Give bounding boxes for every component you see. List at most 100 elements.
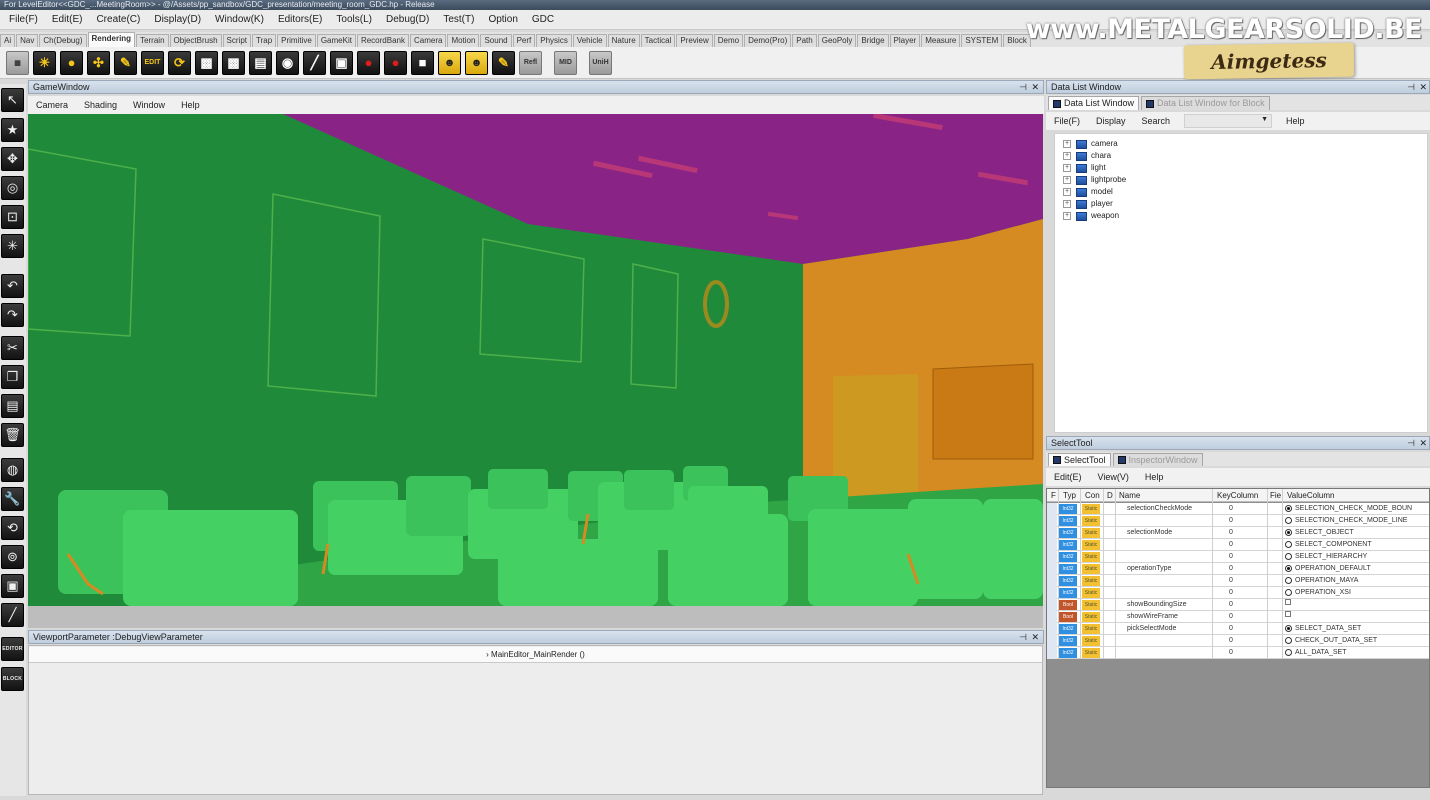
row-selector[interactable] bbox=[1047, 635, 1057, 647]
menu-edit[interactable]: Edit(E) bbox=[45, 14, 90, 25]
tree-node-camera[interactable]: + camera bbox=[1063, 138, 1118, 150]
key-cell[interactable]: 0 bbox=[1229, 515, 1233, 527]
table-row[interactable]: Int32 Static pickSelectMode 0 SELECT_DATA_SE… bbox=[1047, 623, 1429, 635]
expand-icon[interactable]: + bbox=[1063, 152, 1071, 160]
paste-icon[interactable]: ▤ bbox=[1, 394, 24, 418]
box-tool-button[interactable]: ▣ bbox=[330, 50, 353, 75]
col-key[interactable]: KeyColumn bbox=[1217, 489, 1258, 502]
col-f[interactable]: F bbox=[1051, 489, 1056, 502]
rotate-icon[interactable]: ◎ bbox=[1, 176, 24, 200]
dl-menu-search[interactable]: Search bbox=[1134, 116, 1179, 126]
sun-light-button[interactable]: ☀ bbox=[33, 50, 56, 75]
expand-icon[interactable]: + bbox=[1063, 164, 1071, 172]
pin-icon[interactable]: ⊣ bbox=[1407, 437, 1415, 449]
editor-tab-demo-pro-[interactable]: Demo(Pro) bbox=[744, 34, 792, 47]
editor-tab-physics[interactable]: Physics bbox=[536, 34, 572, 47]
menu-window[interactable]: Window(K) bbox=[208, 14, 271, 25]
radio-button[interactable] bbox=[1285, 624, 1292, 632]
key-cell[interactable]: 0 bbox=[1229, 527, 1233, 539]
editor-tab-terrain[interactable]: Terrain bbox=[136, 34, 169, 47]
3d-viewport[interactable] bbox=[28, 114, 1043, 606]
dl-menu-file[interactable]: File(F) bbox=[1046, 116, 1088, 126]
search-input[interactable]: ▼ bbox=[1184, 114, 1273, 128]
grid-view-button[interactable]: ▦ bbox=[6, 50, 29, 75]
radio-button[interactable] bbox=[1285, 540, 1292, 548]
radio-button[interactable] bbox=[1285, 636, 1292, 644]
row-selector[interactable] bbox=[1047, 539, 1057, 551]
key-cell[interactable]: 0 bbox=[1229, 503, 1233, 515]
editor-tab-perf[interactable]: Perf bbox=[512, 34, 536, 47]
col-fie[interactable]: Fie bbox=[1270, 489, 1281, 502]
table-row[interactable]: Int32 Static 0 SELECTION_CHECK_MODE_LINE bbox=[1047, 515, 1429, 527]
sphere-button[interactable]: ◉ bbox=[276, 50, 299, 75]
table-row[interactable]: Int32 Static 0 SELECT_HIERARCHY bbox=[1047, 551, 1429, 563]
menu-option[interactable]: Option bbox=[481, 14, 524, 25]
table-row[interactable]: Int32 Static 0 OPERATION_MAYA bbox=[1047, 575, 1429, 587]
row-selector[interactable] bbox=[1047, 611, 1057, 623]
editor-tab-primitive[interactable]: Primitive bbox=[277, 34, 316, 47]
close-icon[interactable]: ✕ bbox=[1419, 81, 1427, 93]
row-selector[interactable] bbox=[1047, 647, 1057, 659]
table-row[interactable]: Bool Static showBoundingSize 0 bbox=[1047, 599, 1429, 611]
record-loop-button[interactable]: ● bbox=[357, 50, 380, 75]
editor-tab-system[interactable]: SYSTEM bbox=[961, 34, 1003, 47]
delete-icon[interactable]: 🗑 bbox=[1, 423, 24, 447]
tree-node-weapon[interactable]: + weapon bbox=[1063, 210, 1119, 222]
row-selector[interactable] bbox=[1047, 515, 1057, 527]
row-selector[interactable] bbox=[1047, 575, 1057, 587]
unih-button[interactable]: UniH bbox=[589, 50, 612, 75]
expand-icon[interactable]: + bbox=[1063, 176, 1071, 184]
editor-tab-sound[interactable]: Sound bbox=[480, 34, 512, 47]
menu-test[interactable]: Test(T) bbox=[436, 14, 481, 25]
editor-tab-nature[interactable]: Nature bbox=[607, 34, 640, 47]
dl-menu-help[interactable]: Help bbox=[1278, 116, 1313, 126]
key-cell[interactable]: 0 bbox=[1229, 587, 1233, 599]
film-button[interactable]: ▤ bbox=[249, 50, 272, 75]
tree-node-light[interactable]: + light bbox=[1063, 162, 1106, 174]
refl-button[interactable]: Refl bbox=[519, 50, 542, 75]
checker-alt-button[interactable]: ▩ bbox=[222, 50, 245, 75]
key-cell[interactable]: 0 bbox=[1229, 599, 1233, 611]
fan-button[interactable]: ✣ bbox=[87, 50, 110, 75]
radio-button[interactable] bbox=[1285, 576, 1292, 584]
key-cell[interactable]: 0 bbox=[1229, 647, 1233, 659]
editor-tab-script[interactable]: Script bbox=[222, 34, 251, 47]
row-selector[interactable] bbox=[1047, 599, 1057, 611]
editor-tab-camera[interactable]: Camera bbox=[409, 34, 447, 47]
radio-button[interactable] bbox=[1285, 588, 1292, 596]
checkbox[interactable] bbox=[1285, 599, 1291, 605]
row-selector[interactable] bbox=[1047, 587, 1057, 599]
brush-button[interactable]: ✎ bbox=[492, 50, 515, 75]
cycle-icon[interactable]: ⟲ bbox=[1, 516, 24, 540]
line-tool-button[interactable]: ╱ bbox=[303, 50, 326, 75]
owl-alt-button[interactable]: ☻ bbox=[465, 50, 488, 75]
row-selector[interactable] bbox=[1047, 623, 1057, 635]
editor-tab-player[interactable]: Player bbox=[889, 34, 921, 47]
pin-icon[interactable]: ⊣ bbox=[1407, 81, 1415, 93]
star-icon[interactable]: ★ bbox=[1, 118, 24, 142]
editor-tab-gamekit[interactable]: GameKit bbox=[316, 34, 356, 47]
dl-menu-display[interactable]: Display bbox=[1088, 116, 1134, 126]
edit-button[interactable]: EDIT bbox=[141, 50, 164, 75]
editor-mode-button[interactable]: EDITOR bbox=[1, 637, 24, 661]
editor-tab-tactical[interactable]: Tactical bbox=[640, 34, 676, 47]
mid-button[interactable]: MID bbox=[554, 50, 577, 75]
wrench-icon[interactable]: 🔧 bbox=[1, 487, 24, 511]
table-row[interactable]: Int32 Static 0 SELECT_COMPONENT bbox=[1047, 539, 1429, 551]
checkbox[interactable] bbox=[1285, 611, 1291, 617]
table-row[interactable]: Int32 Static 0 CHECK_OUT_DATA_SET bbox=[1047, 635, 1429, 647]
radio-button[interactable] bbox=[1285, 648, 1292, 656]
expand-icon[interactable]: + bbox=[1063, 200, 1071, 208]
editor-tab-demo[interactable]: Demo bbox=[713, 34, 744, 47]
bulb-light-button[interactable]: ● bbox=[60, 50, 83, 75]
viewport-parameter-row[interactable]: › MainEditor_MainRender () bbox=[29, 647, 1042, 663]
checker-button[interactable]: ▩ bbox=[195, 50, 218, 75]
radio-button[interactable] bbox=[1285, 564, 1292, 572]
pin-icon[interactable]: ⊣ bbox=[1019, 631, 1027, 643]
editor-tab-rendering[interactable]: Rendering bbox=[87, 32, 136, 47]
copy-icon[interactable]: ❐ bbox=[1, 365, 24, 389]
tree-node-lightprobe[interactable]: + lightprobe bbox=[1063, 174, 1126, 186]
editor-tab-nav[interactable]: Nav bbox=[16, 34, 39, 47]
cut-icon[interactable]: ✂ bbox=[1, 336, 24, 360]
record-button[interactable]: ● bbox=[384, 50, 407, 75]
